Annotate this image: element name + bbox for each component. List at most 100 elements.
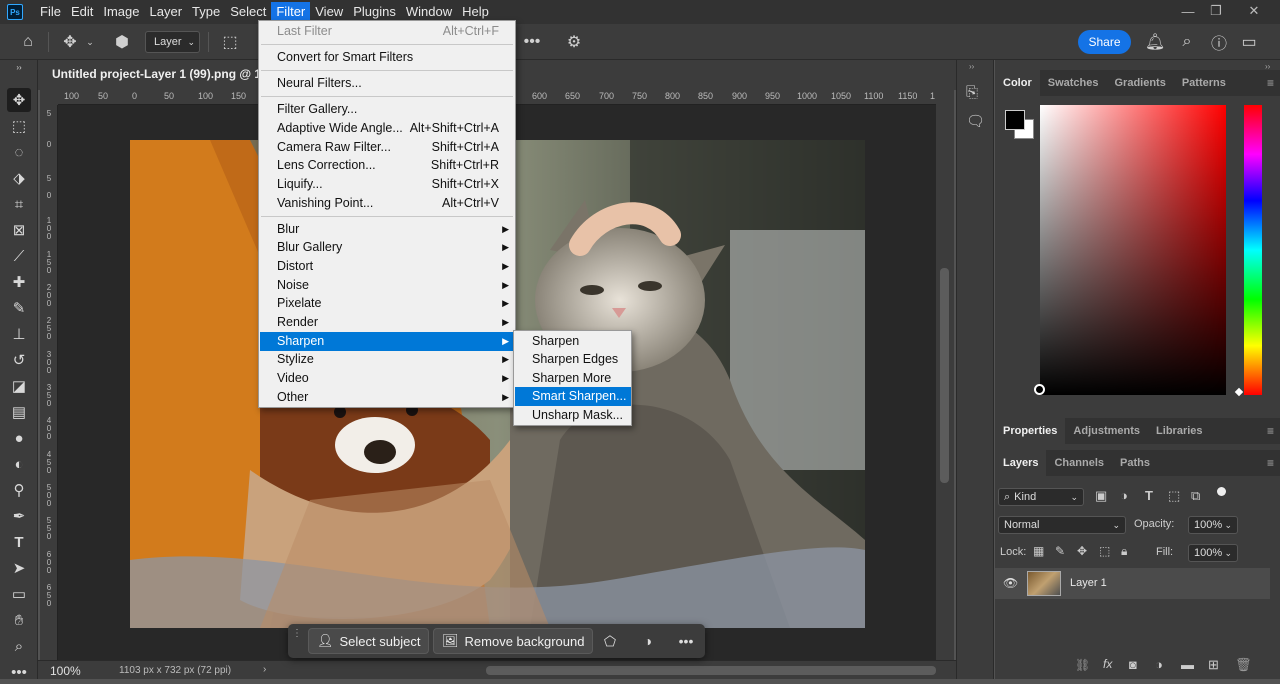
menu-item-neural-filters[interactable]: Neural Filters... bbox=[260, 74, 515, 93]
menu-item-last-filter[interactable]: Last Filter Alt+Ctrl+F bbox=[260, 22, 515, 41]
new-group-icon[interactable]: ▬ bbox=[1181, 657, 1194, 672]
color-picker-field[interactable] bbox=[1034, 105, 1226, 395]
comments-icon[interactable]: 🗨︎ bbox=[966, 112, 985, 130]
adjustment-layer-filter-icon[interactable]: ◑ bbox=[1120, 488, 1128, 503]
more-options-icon[interactable]: ••• bbox=[520, 30, 544, 54]
layer-style-fx-icon[interactable]: fx bbox=[1103, 657, 1112, 671]
menu-file[interactable]: File bbox=[35, 2, 66, 22]
zoom-tool-icon[interactable]: ⌕ bbox=[7, 634, 31, 658]
transform-controls-icon[interactable]: ⬚ bbox=[218, 30, 242, 54]
blend-mode-select[interactable]: Normal ⌄ bbox=[998, 516, 1126, 534]
layer-row[interactable]: 👁︎ Layer 1 bbox=[995, 568, 1270, 599]
menu-edit[interactable]: Edit bbox=[66, 2, 98, 22]
menu-item-stylize[interactable]: Stylize ▶ bbox=[260, 350, 515, 369]
eraser-tool-icon[interactable]: ◪ bbox=[7, 374, 31, 398]
menu-item-vanishing-point[interactable]: Vanishing Point... Alt+Ctrl+V bbox=[260, 194, 515, 213]
lock-all-icon[interactable]: 🔒︎ bbox=[1121, 544, 1127, 559]
menu-item-noise[interactable]: Noise ▶ bbox=[260, 276, 515, 295]
marquee-tool-icon[interactable]: ⬚ bbox=[7, 114, 31, 138]
layer-name[interactable]: Layer 1 bbox=[1070, 577, 1107, 589]
blur-tool-icon[interactable]: ● bbox=[7, 426, 31, 450]
tab-channels[interactable]: Channels bbox=[1046, 450, 1112, 476]
menu-item-lens-correction[interactable]: Lens Correction... Shift+Ctrl+R bbox=[260, 156, 515, 175]
hue-slider[interactable] bbox=[1234, 105, 1262, 397]
panel-menu-icon[interactable]: ≡ bbox=[1267, 424, 1274, 438]
collapse-arrows-icon[interactable]: ›› bbox=[7, 62, 31, 72]
history-icon[interactable]: ⎘ bbox=[966, 84, 978, 101]
menu-item-render[interactable]: Render ▶ bbox=[260, 313, 515, 332]
dodge-tool-icon[interactable]: ◐ bbox=[7, 452, 31, 476]
help-icon[interactable]: ⓘ bbox=[1208, 30, 1230, 54]
share-button[interactable]: Share bbox=[1078, 30, 1131, 54]
tab-color[interactable]: Color bbox=[995, 70, 1040, 96]
new-layer-icon[interactable]: ⊞ bbox=[1208, 657, 1219, 673]
close-icon[interactable]: ✕ bbox=[1238, 0, 1270, 22]
pixel-layer-filter-icon[interactable]: ▣ bbox=[1095, 488, 1107, 504]
filter-toggle-icon[interactable] bbox=[1217, 487, 1226, 496]
menu-filter[interactable]: Filter bbox=[271, 2, 311, 22]
menu-help[interactable]: Help bbox=[457, 2, 494, 22]
panel-menu-icon[interactable]: ≡ bbox=[1267, 76, 1274, 90]
submenu-item-smart-sharpen[interactable]: Smart Sharpen... bbox=[515, 387, 631, 406]
vertical-scrollbar-thumb[interactable] bbox=[940, 268, 949, 483]
lock-transparent-pixels-icon[interactable]: ▦ bbox=[1033, 544, 1044, 558]
tab-layers[interactable]: Layers bbox=[995, 450, 1047, 476]
menu-item-camera-raw-filter[interactable]: Camera Raw Filter... Shift+Ctrl+A bbox=[260, 138, 515, 157]
submenu-item-sharpen-edges[interactable]: Sharpen Edges bbox=[515, 350, 631, 369]
tab-paths[interactable]: Paths bbox=[1112, 450, 1158, 476]
visibility-eye-icon[interactable]: 👁︎ bbox=[1003, 576, 1018, 590]
notifications-bell-icon[interactable]: 🔔︎ bbox=[1144, 30, 1166, 54]
lasso-tool-icon[interactable]: ◌ bbox=[7, 140, 31, 164]
collapse-arrows-icon[interactable]: ›› bbox=[969, 62, 974, 71]
submenu-item-unsharp-mask[interactable]: Unsharp Mask... bbox=[515, 406, 631, 425]
submenu-item-sharpen-more[interactable]: Sharpen More bbox=[515, 369, 631, 388]
link-layers-icon[interactable]: ⛓︎ bbox=[1075, 658, 1090, 672]
layer-filter-kind-select[interactable]: ⌕ Kind ⌄ bbox=[998, 488, 1084, 506]
workspace-icon[interactable]: ▭ bbox=[1238, 30, 1260, 54]
tab-gradients[interactable]: Gradients bbox=[1106, 70, 1173, 96]
opacity-input[interactable]: 100% ⌄ bbox=[1188, 516, 1238, 534]
lock-position-icon[interactable]: ✥ bbox=[1077, 544, 1087, 558]
burn-tool-icon[interactable]: ⚲ bbox=[7, 478, 31, 502]
adjustment-icon[interactable]: ◑ bbox=[638, 632, 658, 650]
smart-object-filter-icon[interactable]: ⧉ bbox=[1191, 488, 1200, 504]
menu-window[interactable]: Window bbox=[401, 2, 457, 22]
clone-stamp-tool-icon[interactable]: ⊥ bbox=[7, 322, 31, 346]
lock-artboard-icon[interactable]: ⬚ bbox=[1099, 544, 1110, 558]
menu-item-blur-gallery[interactable]: Blur Gallery ▶ bbox=[260, 238, 515, 257]
menu-item-blur[interactable]: Blur ▶ bbox=[260, 220, 515, 239]
move-tool-icon[interactable]: ✥ bbox=[58, 30, 82, 54]
menu-item-convert-for-smart-filters[interactable]: Convert for Smart Filters bbox=[260, 48, 515, 67]
panel-menu-icon[interactable]: ≡ bbox=[1267, 456, 1274, 470]
eyedropper-tool-icon[interactable]: ⟋ bbox=[7, 244, 31, 268]
auto-select-target-select[interactable]: Layer ⌄ bbox=[145, 31, 200, 53]
menu-item-filter-gallery[interactable]: Filter Gallery... bbox=[260, 100, 515, 119]
pen-tool-icon[interactable]: ✒ bbox=[7, 504, 31, 528]
more-icon[interactable]: ••• bbox=[676, 632, 696, 650]
type-layer-filter-icon[interactable]: T bbox=[1145, 488, 1153, 503]
chevron-down-icon[interactable]: ⌄ bbox=[84, 30, 96, 54]
transform-icon[interactable]: ⬠ bbox=[600, 632, 620, 650]
brush-tool-icon[interactable]: ✎ bbox=[7, 296, 31, 320]
menu-item-sharpen[interactable]: Sharpen ▶ bbox=[260, 332, 515, 351]
horizontal-scrollbar-thumb[interactable] bbox=[486, 666, 936, 675]
menu-image[interactable]: Image bbox=[98, 2, 144, 22]
healing-brush-tool-icon[interactable]: ✚ bbox=[7, 270, 31, 294]
fill-input[interactable]: 100% ⌄ bbox=[1188, 544, 1238, 562]
drag-handle-icon[interactable]: ⋮ bbox=[292, 629, 302, 652]
menu-layer[interactable]: Layer bbox=[145, 2, 188, 22]
path-selection-tool-icon[interactable]: ➤ bbox=[7, 556, 31, 580]
tab-properties[interactable]: Properties bbox=[995, 418, 1066, 444]
delete-layer-icon[interactable]: 🗑︎ bbox=[1235, 657, 1252, 673]
add-mask-icon[interactable]: ◙ bbox=[1129, 657, 1137, 672]
gradient-tool-icon[interactable]: ▤ bbox=[7, 400, 31, 424]
type-tool-icon[interactable]: T bbox=[7, 530, 31, 554]
shape-layer-filter-icon[interactable]: ⬚ bbox=[1168, 488, 1180, 504]
tab-patterns[interactable]: Patterns bbox=[1174, 70, 1234, 96]
submenu-item-sharpen[interactable]: Sharpen bbox=[515, 332, 631, 351]
history-brush-tool-icon[interactable]: ↺ bbox=[7, 348, 31, 372]
menu-view[interactable]: View bbox=[310, 2, 348, 22]
remove-background-button[interactable]: 🖼︎ Remove background bbox=[433, 628, 594, 654]
move-tool-icon[interactable]: ✥ bbox=[7, 88, 31, 112]
new-adjustment-layer-icon[interactable]: ◑ bbox=[1155, 657, 1163, 672]
